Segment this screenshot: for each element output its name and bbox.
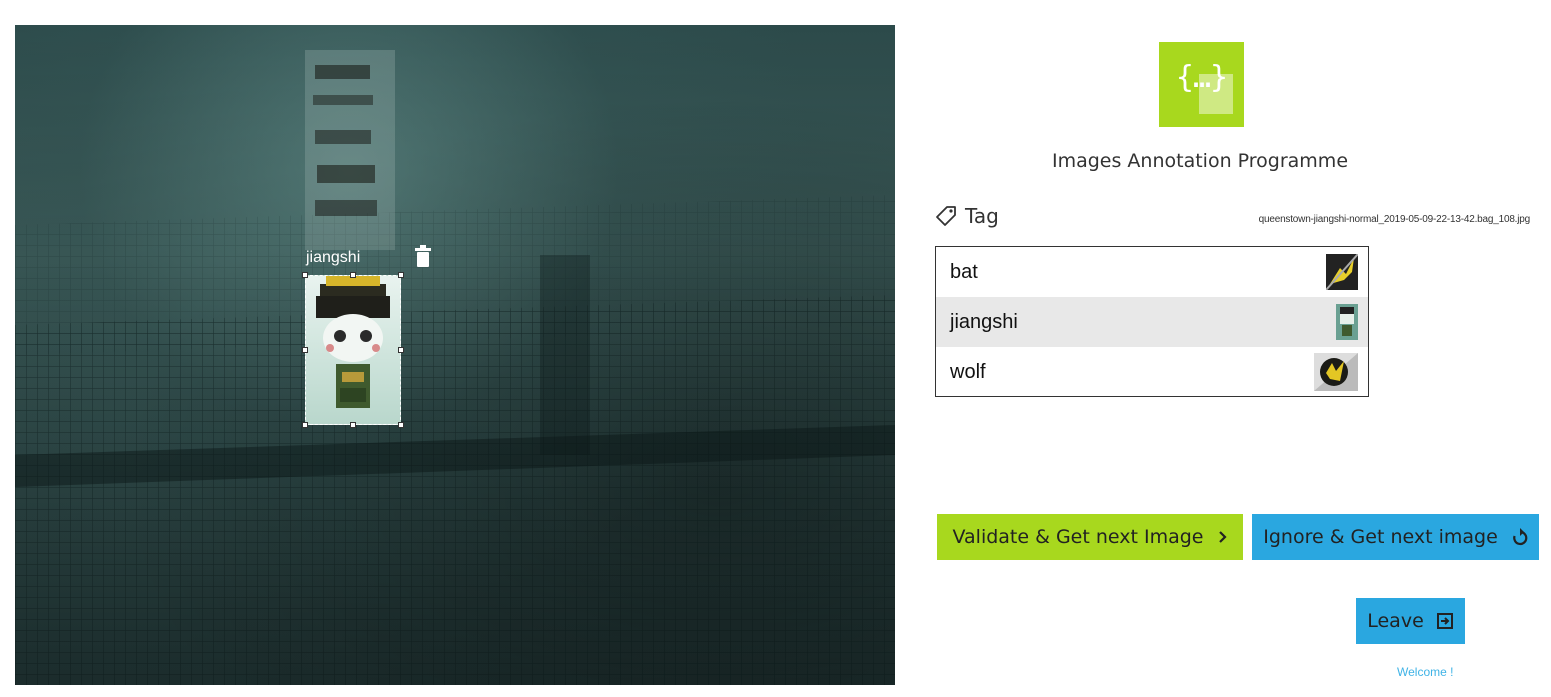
resize-handle-w[interactable] <box>302 347 308 353</box>
annotation-label: jiangshi <box>306 249 361 266</box>
tag-item-label: bat <box>950 260 978 283</box>
app-logo: {…} <box>1159 42 1244 127</box>
delete-annotation-icon[interactable] <box>413 244 433 268</box>
resize-handle-nw[interactable] <box>302 272 308 278</box>
tag-item-label: jiangshi <box>950 310 1018 333</box>
tag-header: Tag <box>935 203 999 229</box>
jiangshi-figure <box>316 276 390 408</box>
resize-handle-ne[interactable] <box>398 272 404 278</box>
image-filename: queenstown-jiangshi-normal_2019-05-09-22… <box>1258 214 1531 225</box>
curly-braces-icon: {…} <box>1175 60 1228 95</box>
leave-button[interactable]: Leave <box>1356 598 1465 644</box>
tag-header-label: Tag <box>965 204 999 228</box>
resize-handle-s[interactable] <box>350 422 356 428</box>
annotation-bounding-box[interactable] <box>305 275 401 425</box>
resize-handle-se[interactable] <box>398 422 404 428</box>
tag-item-wolf[interactable]: wolf <box>936 347 1368 397</box>
exit-icon <box>1436 613 1453 629</box>
tag-icon <box>936 206 956 226</box>
welcome-link[interactable]: Welcome ! <box>1397 665 1453 679</box>
jiangshi-thumbnail-icon <box>1336 304 1358 340</box>
resize-handle-e[interactable] <box>398 347 404 353</box>
tag-item-bat[interactable]: bat <box>936 247 1368 297</box>
validate-next-label: Validate & Get next Image <box>952 526 1204 548</box>
tag-item-label: wolf <box>950 360 986 383</box>
leave-label: Leave <box>1367 610 1424 632</box>
refresh-icon <box>1512 528 1528 546</box>
tag-item-jiangshi[interactable]: jiangshi <box>936 297 1368 347</box>
ignore-next-label: Ignore & Get next image <box>1263 526 1498 548</box>
app-title: Images Annotation Programme <box>1051 150 1349 172</box>
bat-thumbnail-icon <box>1326 254 1358 290</box>
resize-handle-n[interactable] <box>350 272 356 278</box>
validate-next-button[interactable]: Validate & Get next Image <box>937 514 1243 560</box>
chevron-right-icon <box>1218 531 1227 543</box>
wolf-thumbnail-icon <box>1314 353 1358 391</box>
resize-handle-sw[interactable] <box>302 422 308 428</box>
annotation-canvas[interactable]: jiangshi <box>15 25 895 685</box>
tag-list: bat jiangshi wolf <box>935 246 1369 397</box>
pool-scene <box>15 25 895 685</box>
ignore-next-button[interactable]: Ignore & Get next image <box>1252 514 1539 560</box>
